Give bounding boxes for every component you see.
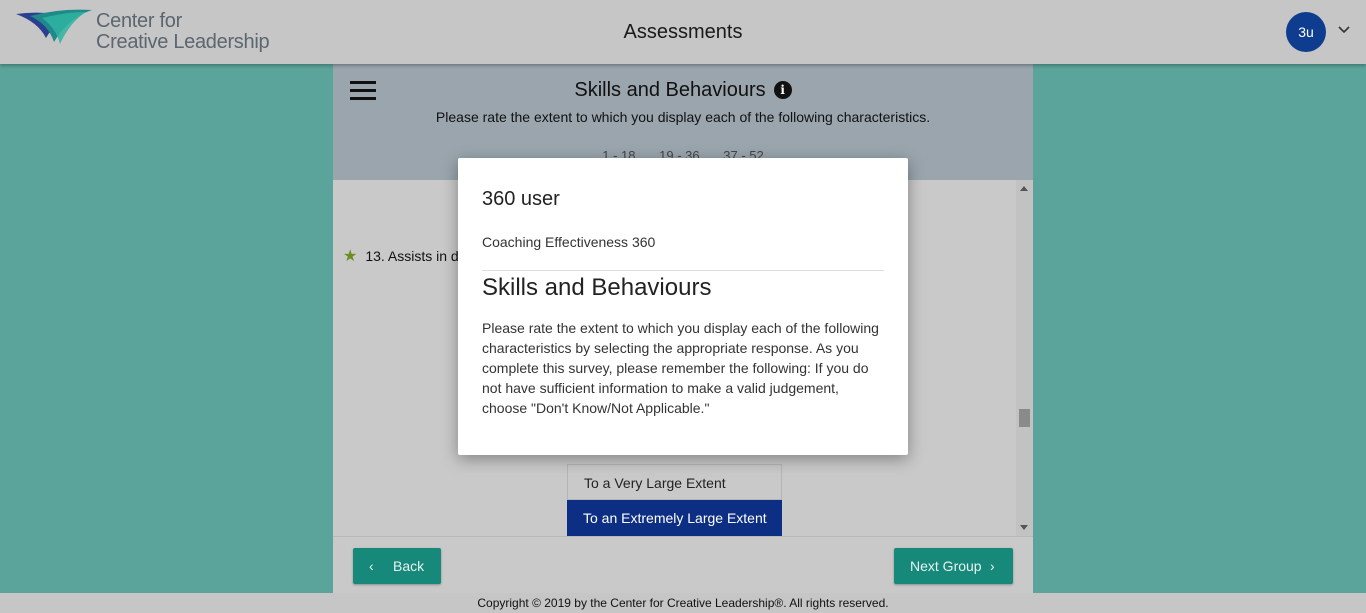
section-title: Skills and Behaviours i bbox=[333, 79, 1033, 102]
modal-user-name: 360 user bbox=[482, 188, 560, 210]
section-subtitle: Please rate the extent to which you disp… bbox=[435, 109, 931, 125]
section-title-text: Skills and Behaviours bbox=[574, 79, 766, 101]
option-extremely-large-extent[interactable]: To an Extremely Large Extent bbox=[567, 500, 782, 536]
question-item: ★ 13. Assists in d bbox=[343, 246, 459, 266]
copyright-footer: Copyright © 2019 by the Center for Creat… bbox=[0, 593, 1366, 613]
back-button[interactable]: ‹ Back bbox=[353, 548, 441, 584]
next-group-button[interactable]: Next Group › bbox=[894, 548, 1013, 584]
question-text: 13. Assists in d bbox=[365, 248, 459, 264]
chevron-down-icon[interactable] bbox=[1336, 22, 1352, 38]
scroll-down-icon[interactable] bbox=[1020, 525, 1028, 530]
info-icon[interactable]: i bbox=[773, 81, 792, 99]
navigation-bar: ‹ Back Next Group › bbox=[333, 536, 1033, 593]
option-very-large-extent[interactable]: To a Very Large Extent bbox=[567, 464, 782, 500]
scroll-thumb[interactable] bbox=[1019, 409, 1030, 427]
scroll-up-icon[interactable] bbox=[1020, 186, 1028, 191]
modal-divider bbox=[482, 270, 884, 271]
modal-survey-name: Coaching Effectiveness 360 bbox=[482, 234, 656, 250]
back-button-label: Back bbox=[393, 558, 425, 574]
user-avatar[interactable]: 3u bbox=[1286, 12, 1326, 52]
chevron-right-icon: › bbox=[990, 558, 995, 574]
instructions-modal[interactable]: 360 user Coaching Effectiveness 360 Skil… bbox=[458, 158, 908, 455]
star-icon: ★ bbox=[343, 248, 358, 265]
next-group-button-label: Next Group bbox=[910, 558, 982, 574]
top-bar: Center for Creative Leadership Assessmen… bbox=[0, 0, 1366, 64]
chevron-left-icon: ‹ bbox=[369, 558, 374, 574]
app-title: Assessments bbox=[623, 21, 743, 43]
modal-instructions: Please rate the extent to which you disp… bbox=[482, 320, 879, 416]
content-scrollbar[interactable] bbox=[1016, 180, 1033, 536]
modal-title: Skills and Behaviours bbox=[482, 274, 712, 301]
